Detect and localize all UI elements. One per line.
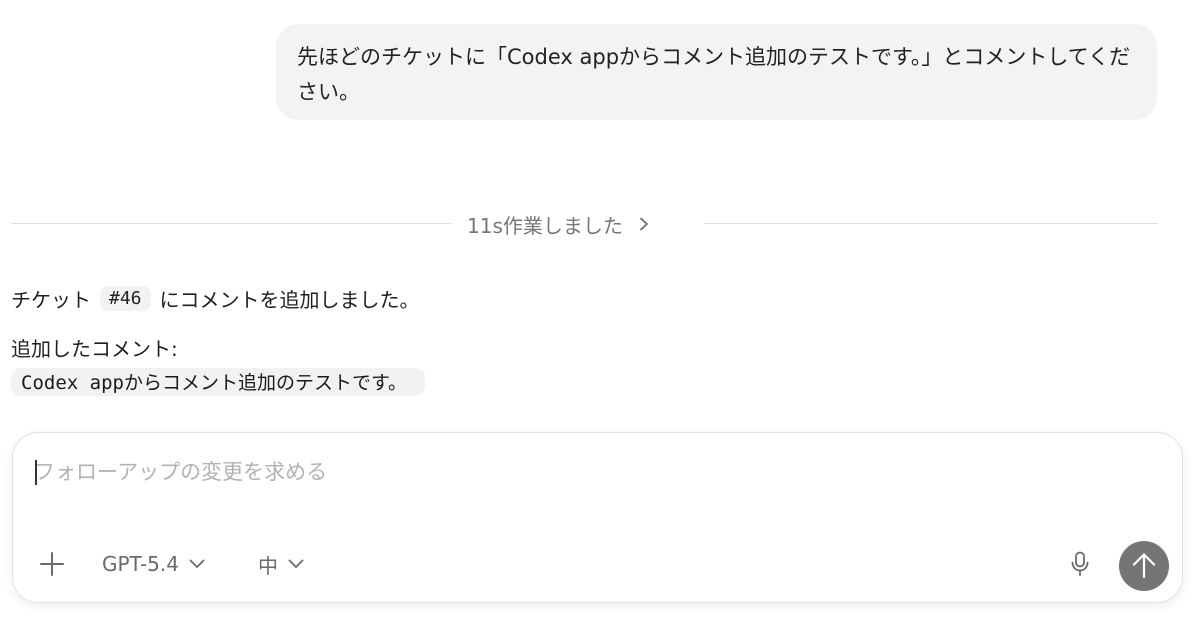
effort-label: 中 <box>258 553 278 578</box>
chevron-down-icon <box>189 559 205 568</box>
work-summary-label: 11s作業しました <box>467 213 623 238</box>
microphone-icon <box>1071 551 1089 576</box>
user-message-text: 先ほどのチケットに「Codex appからコメント追加のテストです。」とコメント… <box>297 45 1131 104</box>
divider-line-left <box>11 223 451 224</box>
composer: GPT-5.4 中 <box>12 432 1183 603</box>
follow-up-input[interactable] <box>34 455 1134 489</box>
assistant-result-line: チケット #46 にコメントを追加しました。 <box>11 282 1161 314</box>
reasoning-effort-selector[interactable]: 中 <box>258 547 304 581</box>
work-summary-toggle[interactable]: 11s作業しました <box>467 206 651 242</box>
model-selector[interactable]: GPT-5.4 <box>102 547 205 581</box>
text-caret <box>35 460 37 485</box>
result-suffix: にコメントを追加しました。 <box>159 287 420 312</box>
composer-toolbar: GPT-5.4 中 <box>13 541 1182 591</box>
model-label: GPT-5.4 <box>102 552 179 576</box>
user-message-bubble: 先ほどのチケットに「Codex appからコメント追加のテストです。」とコメント… <box>276 24 1157 120</box>
work-summary-divider: 11s作業しました <box>11 206 1158 242</box>
send-button[interactable] <box>1119 541 1169 591</box>
voice-input-button[interactable] <box>1066 547 1094 581</box>
divider-line-right <box>704 223 1158 224</box>
chevron-right-icon <box>640 217 648 231</box>
plus-icon <box>40 552 64 576</box>
assistant-message: チケット #46 にコメントを追加しました。 追加したコメント: Codex a… <box>11 282 1161 400</box>
chat-page: 先ほどのチケットに「Codex appからコメント追加のテストです。」とコメント… <box>0 0 1200 630</box>
chevron-down-icon <box>288 559 304 568</box>
result-prefix: チケット <box>11 287 91 312</box>
comment-label: 追加したコメント: <box>11 337 178 361</box>
comment-code-block: Codex appからコメント追加のテストです。 <box>11 368 426 396</box>
ticket-reference-code: #46 <box>100 285 151 311</box>
arrow-up-icon <box>1132 553 1156 579</box>
attach-button[interactable] <box>37 549 67 579</box>
